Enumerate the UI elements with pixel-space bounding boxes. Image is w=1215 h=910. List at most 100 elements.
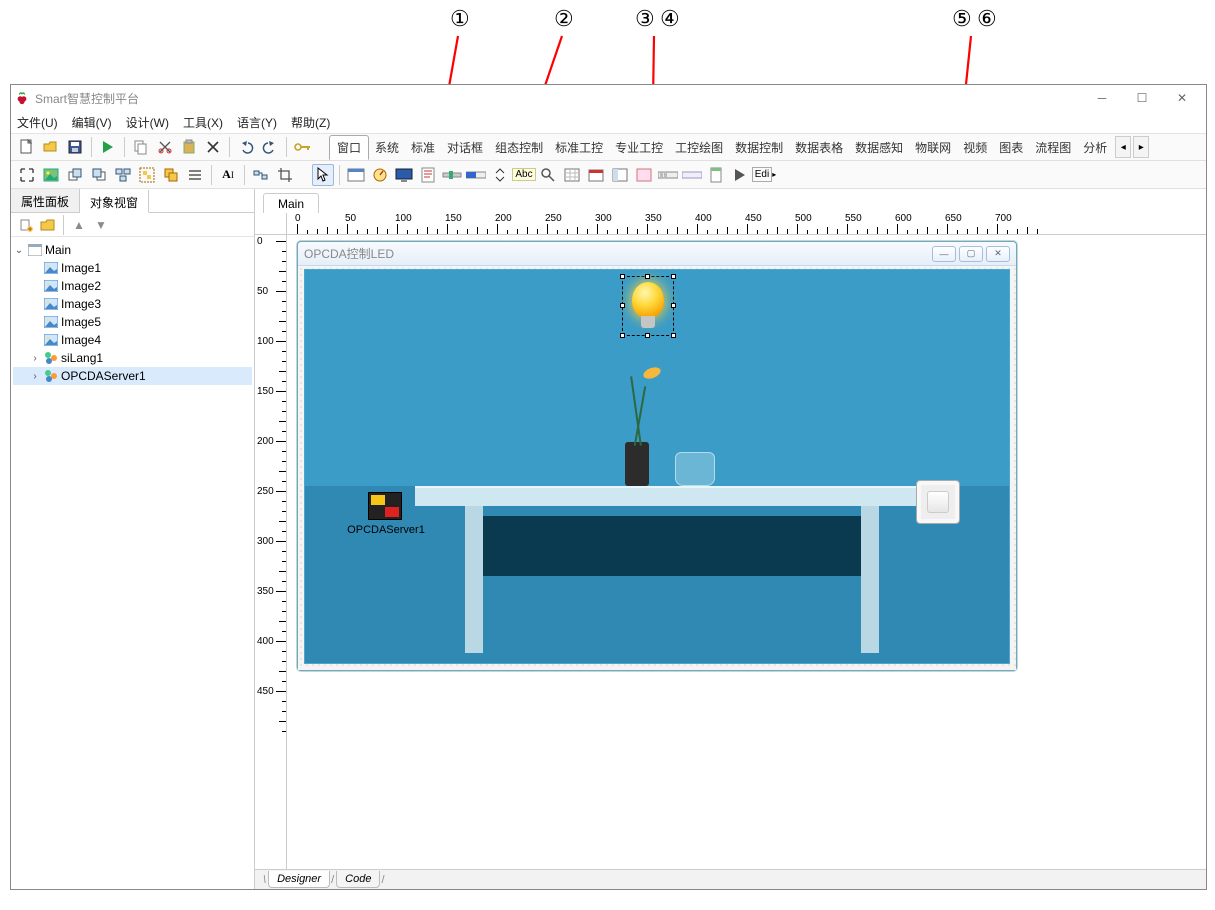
tool-bring-front-icon[interactable] bbox=[64, 164, 86, 186]
cat-iot[interactable]: 物联网 bbox=[909, 139, 957, 156]
tool-align-icon[interactable] bbox=[112, 164, 134, 186]
bottom-tab-designer[interactable]: Designer bbox=[268, 871, 330, 888]
tool-group-icon[interactable] bbox=[136, 164, 158, 186]
tab-property-panel[interactable]: 属性面板 bbox=[11, 189, 80, 212]
palette-zoom-icon[interactable] bbox=[537, 164, 559, 186]
selection-handle[interactable] bbox=[620, 333, 625, 338]
undo-button[interactable] bbox=[235, 136, 257, 158]
tree-new-icon[interactable] bbox=[16, 215, 36, 235]
key-button[interactable] bbox=[292, 136, 314, 158]
cat-chart[interactable]: 图表 bbox=[993, 139, 1029, 156]
menu-tools[interactable]: 工具(X) bbox=[183, 114, 223, 131]
wall-switch-image[interactable] bbox=[916, 480, 960, 524]
palette-edit-icon[interactable]: Edi▸ bbox=[753, 164, 775, 186]
design-canvas[interactable]: OPCDA控制LED — ▢ ✕ bbox=[287, 235, 1206, 889]
new-button[interactable] bbox=[16, 136, 38, 158]
palette-form-icon[interactable] bbox=[345, 164, 367, 186]
delete-button[interactable] bbox=[202, 136, 224, 158]
palette-calendar-icon[interactable] bbox=[585, 164, 607, 186]
menu-design[interactable]: 设计(W) bbox=[126, 114, 169, 131]
menu-language[interactable]: 语言(Y) bbox=[237, 114, 277, 131]
palette-slider-icon[interactable] bbox=[441, 164, 463, 186]
palette-monitor-icon[interactable] bbox=[393, 164, 415, 186]
opcda-component-icon[interactable] bbox=[368, 492, 402, 520]
doc-tab-main[interactable]: Main bbox=[263, 193, 319, 213]
palette-layout-icon[interactable] bbox=[609, 164, 631, 186]
cat-data-table[interactable]: 数据表格 bbox=[789, 139, 849, 156]
cat-industrial-draw[interactable]: 工控绘图 bbox=[669, 139, 729, 156]
cat-dialog[interactable]: 对话框 bbox=[441, 139, 489, 156]
cat-pro-industrial[interactable]: 专业工控 bbox=[609, 139, 669, 156]
cat-config-control[interactable]: 组态控制 bbox=[489, 139, 549, 156]
run-button[interactable] bbox=[97, 136, 119, 158]
bottom-tab-code[interactable]: Code bbox=[336, 871, 380, 888]
tree-node-image3[interactable]: Image3 bbox=[13, 295, 252, 313]
design-window-body[interactable]: OPCDAServer1 bbox=[298, 266, 1016, 670]
dw-close-button[interactable]: ✕ bbox=[986, 246, 1010, 262]
tree-node-main[interactable]: ⌄ Main bbox=[13, 241, 252, 259]
selection-handle[interactable] bbox=[671, 303, 676, 308]
tool-layers-icon[interactable] bbox=[160, 164, 182, 186]
copy-button[interactable] bbox=[130, 136, 152, 158]
tree-node-silang1[interactable]: ›siLang1 bbox=[13, 349, 252, 367]
cat-data-aware[interactable]: 数据感知 bbox=[849, 139, 909, 156]
tree-node-image1[interactable]: Image1 bbox=[13, 259, 252, 277]
dw-minimize-button[interactable]: — bbox=[932, 246, 956, 262]
tool-fit-icon[interactable] bbox=[16, 164, 38, 186]
tree-node-image2[interactable]: Image2 bbox=[13, 277, 252, 295]
tree-node-image5[interactable]: Image5 bbox=[13, 313, 252, 331]
cat-scroll-left[interactable]: ◂ bbox=[1115, 136, 1131, 158]
cat-video[interactable]: 视频 bbox=[957, 139, 993, 156]
window-minimize-button[interactable]: ─ bbox=[1082, 88, 1122, 108]
cat-analyze[interactable]: 分析 bbox=[1077, 139, 1113, 156]
cat-scroll-right[interactable]: ▸ bbox=[1133, 136, 1149, 158]
palette-play-icon[interactable] bbox=[729, 164, 751, 186]
palette-gauge-icon[interactable] bbox=[369, 164, 391, 186]
palette-grid-icon[interactable] bbox=[561, 164, 583, 186]
cat-window[interactable]: 窗口 bbox=[329, 135, 369, 160]
menu-edit[interactable]: 编辑(V) bbox=[72, 114, 112, 131]
window-close-button[interactable]: ✕ bbox=[1162, 88, 1202, 108]
tool-text-icon[interactable]: AI bbox=[217, 164, 239, 186]
cat-standard[interactable]: 标准 bbox=[405, 139, 441, 156]
selection-handle[interactable] bbox=[645, 333, 650, 338]
palette-panel2-icon[interactable] bbox=[633, 164, 655, 186]
cat-flow[interactable]: 流程图 bbox=[1029, 139, 1077, 156]
paste-button[interactable] bbox=[178, 136, 200, 158]
tree-folder-icon[interactable] bbox=[38, 215, 58, 235]
palette-toolbar-icon[interactable] bbox=[657, 164, 679, 186]
palette-progress-icon[interactable] bbox=[465, 164, 487, 186]
palette-dropdown-arrow-icon[interactable] bbox=[489, 164, 511, 186]
selection-handle[interactable] bbox=[671, 274, 676, 279]
cat-system[interactable]: 系统 bbox=[369, 139, 405, 156]
redo-button[interactable] bbox=[259, 136, 281, 158]
cut-button[interactable] bbox=[154, 136, 176, 158]
tool-tab-order-icon[interactable] bbox=[250, 164, 272, 186]
save-button[interactable] bbox=[64, 136, 86, 158]
palette-doc-icon[interactable] bbox=[705, 164, 727, 186]
open-button[interactable] bbox=[40, 136, 62, 158]
tool-crop-icon[interactable] bbox=[274, 164, 296, 186]
palette-pointer-icon[interactable] bbox=[312, 164, 334, 186]
window-maximize-button[interactable]: ☐ bbox=[1122, 88, 1162, 108]
tree-up-icon[interactable]: ▲ bbox=[69, 215, 89, 235]
selection-handle[interactable] bbox=[620, 274, 625, 279]
menu-file[interactable]: 文件(U) bbox=[17, 114, 58, 131]
dw-maximize-button[interactable]: ▢ bbox=[959, 246, 983, 262]
selection-handle[interactable] bbox=[620, 303, 625, 308]
tree-node-opcdaserver1[interactable]: ›OPCDAServer1 bbox=[13, 367, 252, 385]
selection-handle[interactable] bbox=[645, 274, 650, 279]
lightbulb-image[interactable] bbox=[626, 280, 670, 332]
tool-list-icon[interactable] bbox=[184, 164, 206, 186]
palette-statusbar-icon[interactable] bbox=[681, 164, 703, 186]
tool-send-back-icon[interactable] bbox=[88, 164, 110, 186]
cat-data-control[interactable]: 数据控制 bbox=[729, 139, 789, 156]
tab-object-view[interactable]: 对象视窗 bbox=[80, 190, 149, 213]
palette-note-icon[interactable] bbox=[417, 164, 439, 186]
menu-help[interactable]: 帮助(Z) bbox=[291, 114, 330, 131]
design-window[interactable]: OPCDA控制LED — ▢ ✕ bbox=[297, 241, 1017, 671]
tree-node-image4[interactable]: Image4 bbox=[13, 331, 252, 349]
cat-std-industrial[interactable]: 标准工控 bbox=[549, 139, 609, 156]
tool-image-icon[interactable] bbox=[40, 164, 62, 186]
selection-handle[interactable] bbox=[671, 333, 676, 338]
